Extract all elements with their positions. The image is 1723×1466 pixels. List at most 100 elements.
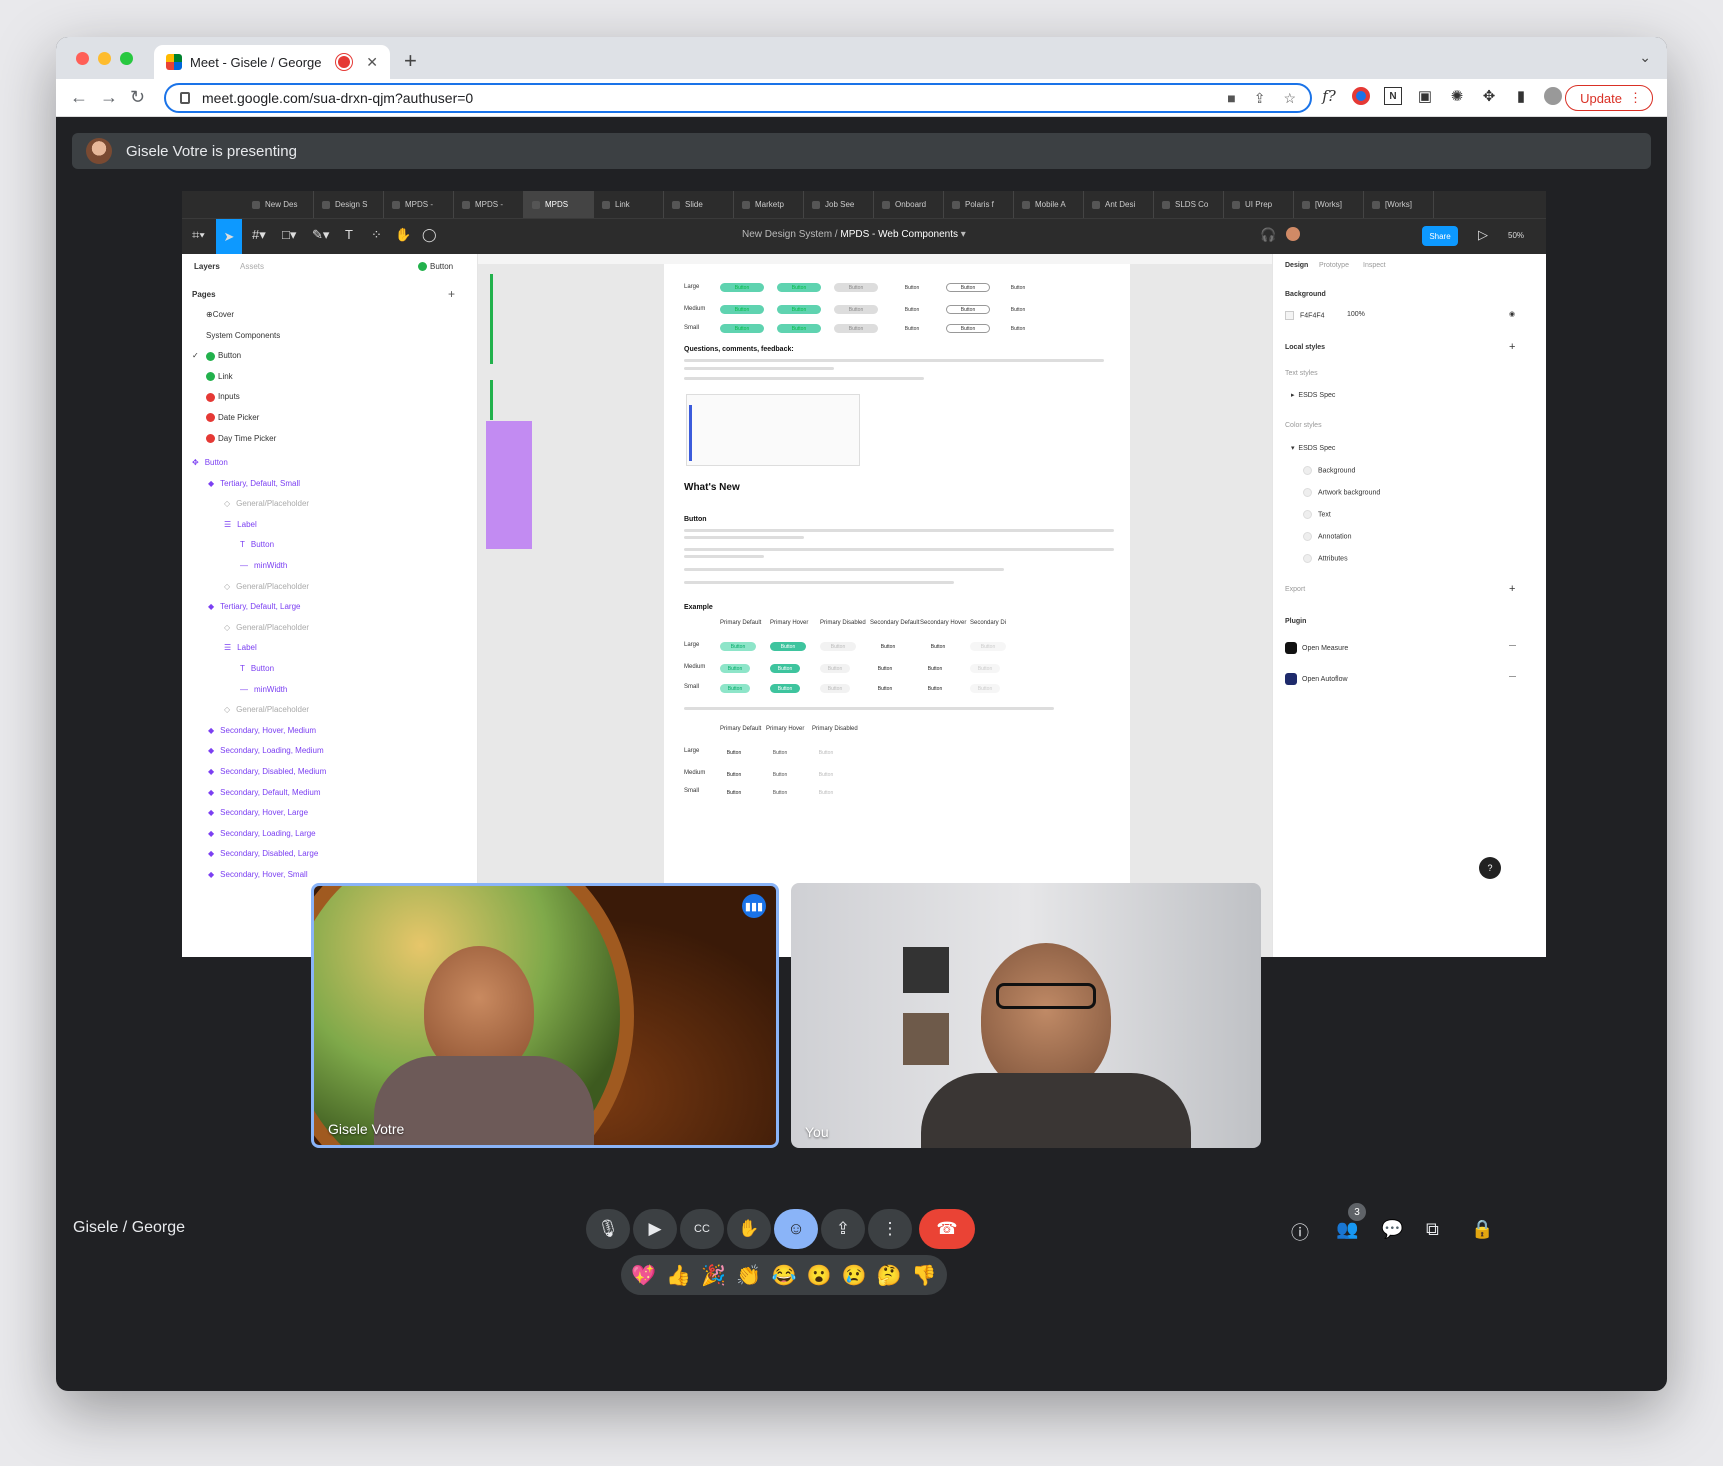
figma-file-tab[interactable]: [Works]: [1294, 191, 1364, 218]
activities-icon[interactable]: ⧉: [1426, 1219, 1439, 1240]
figma-file-tab[interactable]: MPDS -: [454, 191, 524, 218]
page-item[interactable]: ⊕Cover: [206, 310, 234, 319]
formula-extension-icon[interactable]: f?: [1320, 87, 1338, 105]
reaction-emoji-button[interactable]: 😮: [807, 1263, 832, 1288]
layer-item[interactable]: ◇ General/Placeholder: [224, 623, 309, 632]
figma-file-tab[interactable]: Ant Desi: [1084, 191, 1154, 218]
forward-button[interactable]: →: [100, 87, 118, 108]
reaction-emoji-button[interactable]: 👍: [666, 1263, 691, 1288]
remove-plugin-icon[interactable]: —: [1509, 673, 1516, 680]
layers-tab[interactable]: Layers: [194, 262, 220, 271]
close-tab-icon[interactable]: ✕: [366, 54, 378, 71]
remove-plugin-icon[interactable]: —: [1509, 642, 1516, 649]
figma-share-button[interactable]: Share: [1422, 226, 1458, 246]
move-tool-icon[interactable]: ➤: [216, 219, 242, 255]
layer-item[interactable]: ☰ Label: [224, 520, 257, 529]
reaction-emoji-button[interactable]: 😂: [771, 1263, 796, 1288]
reactions-button[interactable]: ☺: [774, 1209, 818, 1249]
color-style-item[interactable]: Attributes: [1303, 554, 1348, 563]
people-icon[interactable]: 👥: [1336, 1219, 1358, 1240]
figma-file-tab[interactable]: Polaris f: [944, 191, 1014, 218]
page-item[interactable]: Link: [206, 372, 233, 382]
color-style-item[interactable]: Background: [1303, 466, 1355, 475]
zoom-level[interactable]: 50%: [1508, 231, 1524, 240]
color-style-group[interactable]: ▾ ESDS Spec: [1291, 444, 1335, 452]
plugin-item[interactable]: Open Measure —: [1285, 642, 1516, 654]
leave-call-button[interactable]: ☎: [919, 1209, 975, 1249]
figma-file-tab[interactable]: Link: [594, 191, 664, 218]
audio-icon[interactable]: 🎧: [1260, 227, 1276, 243]
figma-menu-icon[interactable]: ⌗▾: [192, 227, 205, 243]
settings-extension-icon[interactable]: ✺: [1448, 87, 1466, 105]
color-style-item[interactable]: Text: [1303, 510, 1331, 519]
layer-item[interactable]: T Button: [240, 664, 274, 673]
profile-avatar-icon[interactable]: [1544, 87, 1562, 105]
color-extension-icon[interactable]: [1352, 87, 1370, 105]
layer-item[interactable]: ◆ Secondary, Hover, Medium: [208, 726, 316, 735]
reaction-emoji-button[interactable]: 😢: [842, 1263, 867, 1288]
meeting-info-icon[interactable]: ⓘ: [1291, 1219, 1309, 1245]
layer-item[interactable]: ◆ Secondary, Loading, Medium: [208, 746, 324, 755]
figma-file-tab[interactable]: MPDS -: [384, 191, 454, 218]
layer-item[interactable]: ◆ Secondary, Disabled, Large: [208, 849, 318, 858]
raise-hand-button[interactable]: ✋: [727, 1209, 771, 1249]
notion-extension-icon[interactable]: N: [1384, 87, 1402, 105]
side-panel-icon[interactable]: ▮: [1512, 87, 1530, 105]
layer-item[interactable]: — minWidth: [240, 685, 287, 694]
add-style-icon[interactable]: +: [1509, 341, 1515, 353]
layer-item[interactable]: ◆ Secondary, Hover, Large: [208, 808, 308, 817]
layer-item[interactable]: ◆ Tertiary, Default, Small: [208, 479, 300, 488]
reaction-emoji-button[interactable]: 🎉: [701, 1263, 726, 1288]
layer-item[interactable]: — minWidth: [240, 561, 287, 570]
frame-tool-icon[interactable]: #▾: [252, 227, 266, 243]
camera-button[interactable]: ▶: [633, 1209, 677, 1249]
layer-item[interactable]: ◇ General/Placeholder: [224, 582, 309, 591]
bg-opacity[interactable]: 100%: [1347, 311, 1365, 318]
bg-color-field[interactable]: F4F4F4: [1285, 311, 1325, 320]
text-tool-icon[interactable]: T: [345, 227, 353, 242]
mic-button[interactable]: 🎙: [586, 1209, 630, 1249]
breadcrumb-file[interactable]: MPDS - Web Components: [840, 229, 958, 240]
sticky-note[interactable]: [486, 421, 532, 549]
add-page-icon[interactable]: +: [448, 287, 455, 301]
color-style-item[interactable]: Artwork background: [1303, 488, 1380, 497]
add-export-icon[interactable]: +: [1509, 583, 1515, 595]
shape-tool-icon[interactable]: □▾: [282, 227, 296, 243]
figma-file-tab[interactable]: Slide: [664, 191, 734, 218]
bookmark-star-icon[interactable]: ☆: [1283, 90, 1296, 107]
page-item[interactable]: ✓ Button: [192, 351, 241, 361]
resources-icon[interactable]: ⁘: [371, 227, 382, 243]
layer-item[interactable]: ◆ Tertiary, Default, Large: [208, 602, 301, 611]
new-tab-button[interactable]: +: [404, 48, 417, 74]
participant-tile-gisele[interactable]: ▮▮▮ Gisele Votre: [311, 883, 779, 1148]
help-icon[interactable]: ?: [1479, 857, 1501, 879]
reaction-emoji-button[interactable]: 👎: [912, 1263, 937, 1288]
address-bar[interactable]: meet.google.com/sua-drxn-qjm?authuser=0 …: [164, 83, 1312, 113]
browser-tab[interactable]: Meet - Gisele / George ✕: [154, 45, 390, 79]
pen-tool-icon[interactable]: ✎▾: [312, 227, 329, 243]
collaborator-avatar[interactable]: [1286, 227, 1300, 241]
update-button[interactable]: Update ⋮: [1565, 85, 1653, 111]
figma-file-tab[interactable]: SLDS Co: [1154, 191, 1224, 218]
page-selector[interactable]: Button: [418, 262, 453, 272]
reaction-emoji-button[interactable]: 💖: [631, 1263, 656, 1288]
back-button[interactable]: ←: [70, 87, 88, 108]
breadcrumb-team[interactable]: New Design System: [742, 229, 832, 240]
more-options-button[interactable]: ⋮: [868, 1209, 912, 1249]
present-now-button[interactable]: ⇪: [821, 1209, 865, 1249]
minimize-window-button[interactable]: [98, 52, 111, 65]
layer-item[interactable]: ◆ Secondary, Disabled, Medium: [208, 767, 326, 776]
figma-file-tab[interactable]: Design S: [314, 191, 384, 218]
figma-file-tab[interactable]: MPDS: [524, 191, 594, 218]
reaction-emoji-button[interactable]: 👏: [736, 1263, 761, 1288]
layer-item[interactable]: ◇ General/Placeholder: [224, 499, 309, 508]
figma-file-tab[interactable]: UI Prep: [1224, 191, 1294, 218]
reaction-emoji-button[interactable]: 🤔: [877, 1263, 902, 1288]
prototype-tab[interactable]: Prototype: [1319, 262, 1349, 269]
present-play-icon[interactable]: ▷: [1478, 227, 1488, 243]
tab-search-icon[interactable]: ⌄: [1639, 49, 1651, 66]
participant-tile-you[interactable]: You: [791, 883, 1261, 1148]
layer-item[interactable]: ✥ Button: [192, 458, 228, 467]
visibility-eye-icon[interactable]: ◉: [1509, 310, 1515, 318]
camera-in-use-icon[interactable]: ■: [1227, 90, 1235, 107]
